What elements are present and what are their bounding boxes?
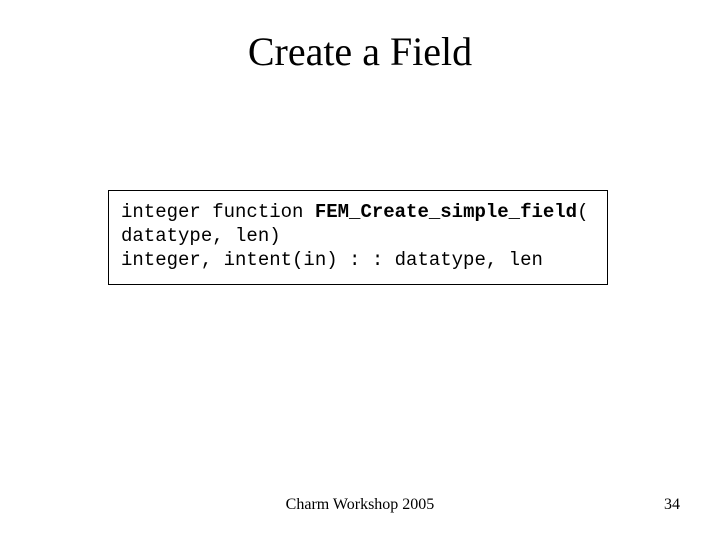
code-block: integer function FEM_Create_simple_field… (121, 201, 595, 272)
code-line-3: integer, intent(in) : : datatype, len (121, 249, 543, 271)
code-line-1-funcname: FEM_Create_simple_field (315, 201, 577, 223)
code-line-2: datatype, len) (121, 225, 281, 247)
footer-text: Charm Workshop 2005 (0, 496, 720, 514)
slide: Create a Field integer function FEM_Crea… (0, 0, 720, 540)
code-line-1-prefix: integer function (121, 201, 315, 223)
slide-title: Create a Field (0, 28, 720, 75)
code-line-1-suffix: ( (577, 201, 588, 223)
page-number: 34 (664, 496, 680, 514)
code-box: integer function FEM_Create_simple_field… (108, 190, 608, 285)
